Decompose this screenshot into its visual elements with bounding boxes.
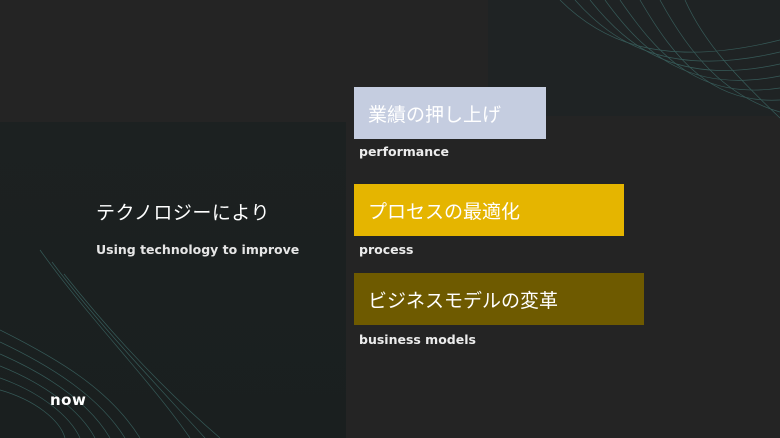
process-label: プロセスの最適化 xyxy=(368,200,521,223)
business-models-caption: business models xyxy=(359,332,476,347)
process-caption: process xyxy=(359,242,414,257)
subject-japanese: テクノロジーにより xyxy=(96,202,270,224)
business-models-label: ビジネスモデルの変革 xyxy=(368,289,559,312)
process-box: プロセスの最適化 xyxy=(354,184,624,236)
business-models-box: ビジネスモデルの変革 xyxy=(354,273,644,325)
performance-caption: performance xyxy=(359,144,450,159)
performance-label: 業績の押し上げ xyxy=(368,103,502,126)
performance-box: 業績の押し上げ xyxy=(354,87,546,139)
presentation-slide: テクノロジーにより Using technology to improve 業績… xyxy=(0,0,780,438)
subject-english: Using technology to improve xyxy=(96,242,300,257)
now-logo: now xyxy=(50,391,87,409)
